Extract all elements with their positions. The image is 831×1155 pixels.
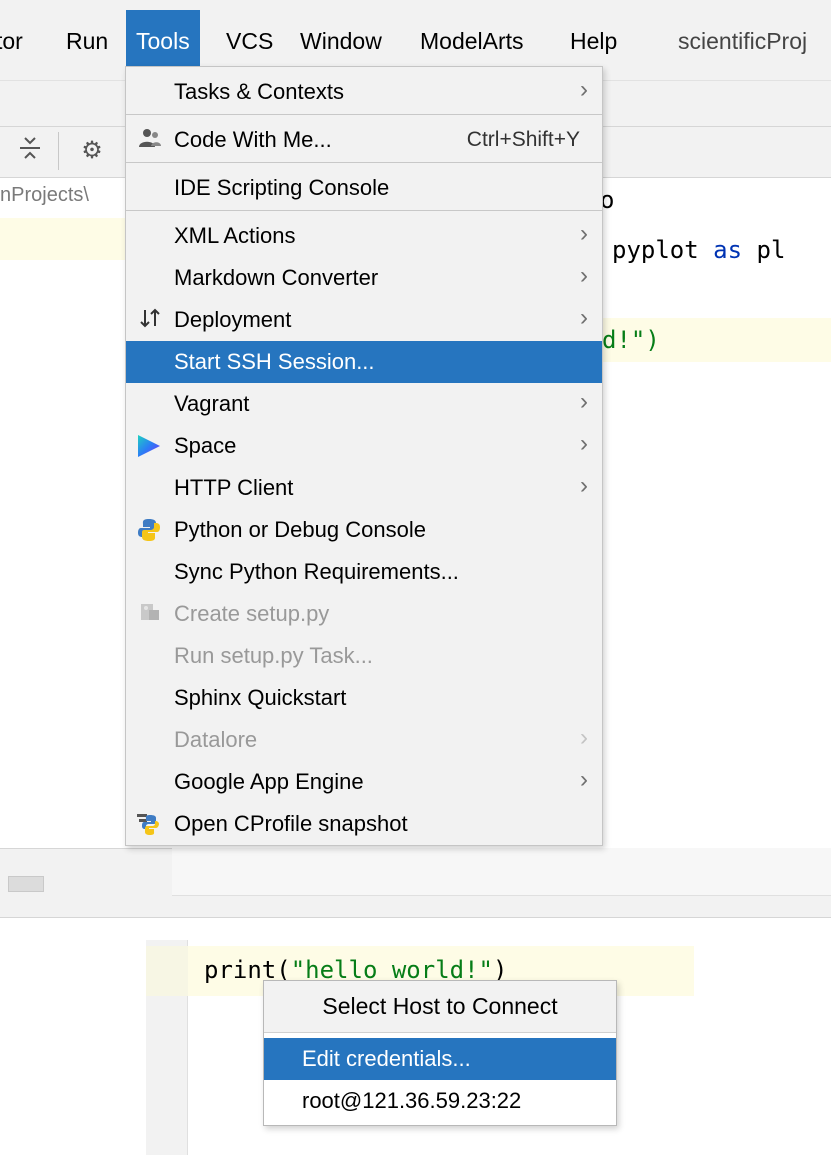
setup-py-icon-svg [141,604,159,620]
popup-title: Select Host to Connect [264,981,616,1033]
gutter-highlight [0,218,126,260]
menu-item-label: Code With Me... [174,127,332,152]
menu-item-label: Open CProfile snapshot [174,811,408,836]
menu-item-label: IDE Scripting Console [174,175,390,200]
host-item-root[interactable]: root@121.36.59.23:22 [264,1080,616,1122]
project-title: scientificProj [678,28,808,54]
menu-item-markdown-converter[interactable]: Markdown Converter › [126,257,602,299]
submenu-arrow-icon: › [580,220,588,247]
menu-item-google-app-engine[interactable]: Google App Engine › [126,761,602,803]
menu-item-label: XML Actions [174,223,296,248]
submenu-arrow-icon: › [580,766,588,793]
menu-item-label: HTTP Client [174,475,294,500]
submenu-arrow-icon: › [580,724,588,751]
people-icon [136,126,164,154]
select-host-popup: Select Host to Connect Edit credentials.… [263,980,617,1126]
collapse-all-icon[interactable] [16,133,44,169]
menu-item-label: Deployment [174,307,292,332]
scrollbar-thumb[interactable] [8,876,44,892]
code-module: pyplot [612,236,699,264]
submenu-arrow-icon: › [580,76,588,103]
menu-separator [126,114,602,115]
submenu-arrow-icon: › [580,472,588,499]
host-item-edit-credentials[interactable]: Edit credentials... [264,1038,616,1080]
menu-item-vagrant[interactable]: Vagrant › [126,383,602,425]
tool-window-header [172,848,831,896]
menu-item-label: Tasks & Contexts [174,79,344,104]
menu-item-space[interactable]: Space › [126,425,602,467]
gear-icon[interactable]: ⚙ [78,133,106,169]
menu-item-label: Start SSH Session... [174,349,375,374]
space-logo-icon [138,435,160,457]
menu-run[interactable]: Run [56,10,118,80]
menu-item-open-cprofile-snapshot[interactable]: Open CProfile snapshot [126,803,602,845]
code-keyword-as: as [713,236,743,264]
code-line-3-tail: d!") [602,326,660,354]
menu-item-label: Sync Python Requirements... [174,559,459,584]
menu-item-label: Create setup.py [174,601,330,626]
menu-item-start-ssh-session[interactable]: Start SSH Session... [126,341,602,383]
submenu-arrow-icon: › [580,388,588,415]
transfer-arrows-icon-svg [140,308,160,328]
transfer-arrows-icon [136,306,164,334]
menu-separator [126,210,602,211]
menu-item-label: Datalore [174,727,258,752]
menu-item-xml-actions[interactable]: XML Actions › [126,215,602,257]
menu-item-code-with-me[interactable]: Code With Me... Ctrl+Shift+Y [126,119,602,161]
menu-item-shortcut: Ctrl+Shift+Y [466,128,580,151]
submenu-arrow-icon: › [580,304,588,331]
menu-item-sync-python-requirements[interactable]: Sync Python Requirements... [126,551,602,593]
menu-item-label: Run setup.py Task... [174,643,373,668]
tools-dropdown-menu: Tasks & Contexts › Code With Me... Ctrl+… [125,66,603,846]
setup-py-icon [136,600,164,628]
submenu-arrow-icon: › [580,430,588,457]
collapse-all-icon-svg [20,137,40,159]
menu-item-http-client[interactable]: HTTP Client › [126,467,602,509]
breadcrumb[interactable]: nProjects\ [0,184,89,207]
submenu-arrow-icon: › [580,262,588,289]
menu-item-ide-scripting-console[interactable]: IDE Scripting Console [126,167,602,209]
menu-separator [126,162,602,163]
menu-item-sphinx-quickstart[interactable]: Sphinx Quickstart [126,677,602,719]
gutter-line-highlight [146,946,188,996]
toolbar-separator [58,132,59,170]
menu-item-label: Sphinx Quickstart [174,685,347,710]
code-line-2: pyplot as pl [612,236,785,264]
cprofile-icon [137,814,159,835]
menu-item-run-setup-py-task[interactable]: Run setup.py Task... [126,635,602,677]
menu-item-label: Markdown Converter [174,265,379,290]
menu-item-python-debug-console[interactable]: Python or Debug Console [126,509,602,551]
menu-editor[interactable]: tor [0,10,33,80]
menu-item-tasks-contexts[interactable]: Tasks & Contexts › [126,71,602,113]
menu-item-label: Vagrant [174,391,250,416]
menu-item-create-setup-py[interactable]: Create setup.py [126,593,602,635]
menu-item-deployment[interactable]: Deployment › [126,299,602,341]
python-icon [138,519,160,541]
people-icon-svg [139,129,161,147]
menu-item-label: Google App Engine [174,769,364,794]
code-alias: pl [756,236,786,264]
menu-item-datalore[interactable]: Datalore › [126,719,602,761]
menu-item-label: Python or Debug Console [174,517,426,542]
menu-item-label: Space [174,433,237,458]
